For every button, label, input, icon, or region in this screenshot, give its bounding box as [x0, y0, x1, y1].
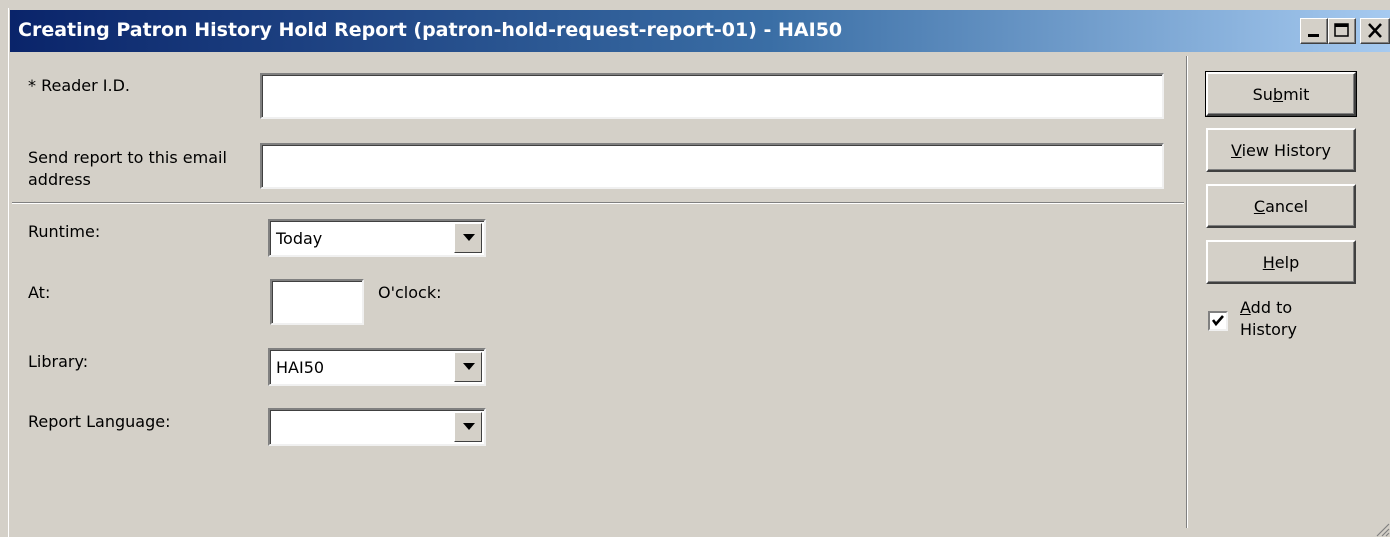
- report-dialog-window: Creating Patron History Hold Report (pat…: [0, 0, 1390, 537]
- report-language-select[interactable]: [268, 408, 486, 446]
- submit-button[interactable]: Submit: [1205, 71, 1357, 117]
- submit-label-pre: Su: [1252, 84, 1273, 104]
- report-language-label: Report Language:: [28, 412, 171, 431]
- chevron-down-icon[interactable]: [454, 412, 482, 442]
- oclock-label: O'clock:: [378, 283, 442, 302]
- maximize-icon: [1334, 23, 1349, 37]
- view-history-mnemonic: V: [1231, 140, 1242, 160]
- library-label: Library:: [28, 352, 89, 371]
- email-input[interactable]: [260, 143, 1164, 189]
- help-mnemonic: H: [1262, 252, 1275, 272]
- minimize-icon: [1308, 34, 1319, 37]
- email-label-line1: Send report to this email: [28, 148, 227, 167]
- chevron-down-icon[interactable]: [454, 352, 482, 382]
- runtime-value: Today: [276, 229, 323, 248]
- form-separator: [12, 202, 1184, 204]
- close-icon: [1368, 23, 1382, 38]
- runtime-label: Runtime:: [28, 222, 101, 241]
- submit-label-post: mit: [1283, 84, 1310, 104]
- help-button[interactable]: Help: [1206, 240, 1356, 284]
- at-hour-input[interactable]: [270, 279, 364, 325]
- window-title: Creating Patron History Hold Report (pat…: [18, 19, 843, 41]
- window-border: [8, 8, 9, 537]
- view-history-button[interactable]: View History: [1206, 128, 1356, 172]
- minimize-button[interactable]: [1300, 18, 1328, 44]
- reader-id-input[interactable]: [260, 73, 1164, 119]
- help-label-post: elp: [1274, 252, 1300, 272]
- library-select[interactable]: HAI50: [268, 348, 486, 386]
- view-history-label-post: iew History: [1241, 140, 1331, 160]
- resize-grip-icon[interactable]: [1374, 521, 1390, 537]
- cancel-button[interactable]: Cancel: [1206, 184, 1356, 228]
- vertical-separator: [1186, 56, 1188, 528]
- add-to-history-label-rest: dd to: [1250, 298, 1293, 317]
- library-value: HAI50: [276, 358, 325, 377]
- add-to-history-label-line1[interactable]: Add to: [1240, 298, 1292, 317]
- email-label-line2: address: [28, 170, 91, 189]
- add-to-history-mnemonic: A: [1240, 298, 1251, 317]
- maximize-button[interactable]: [1328, 18, 1356, 44]
- cancel-mnemonic: C: [1253, 196, 1266, 216]
- close-button[interactable]: [1360, 18, 1390, 44]
- checkmark-icon: [1211, 315, 1224, 327]
- add-to-history-label-line2[interactable]: History: [1240, 320, 1297, 339]
- submit-mnemonic: b: [1272, 84, 1284, 104]
- cancel-label-post: ancel: [1265, 196, 1309, 216]
- chevron-down-icon[interactable]: [454, 223, 482, 253]
- at-label: At:: [28, 283, 51, 302]
- add-to-history-checkbox[interactable]: [1208, 311, 1228, 331]
- runtime-select[interactable]: Today: [268, 219, 486, 257]
- title-bar[interactable]: Creating Patron History Hold Report (pat…: [10, 10, 1390, 52]
- reader-id-label: * Reader I.D.: [28, 76, 131, 95]
